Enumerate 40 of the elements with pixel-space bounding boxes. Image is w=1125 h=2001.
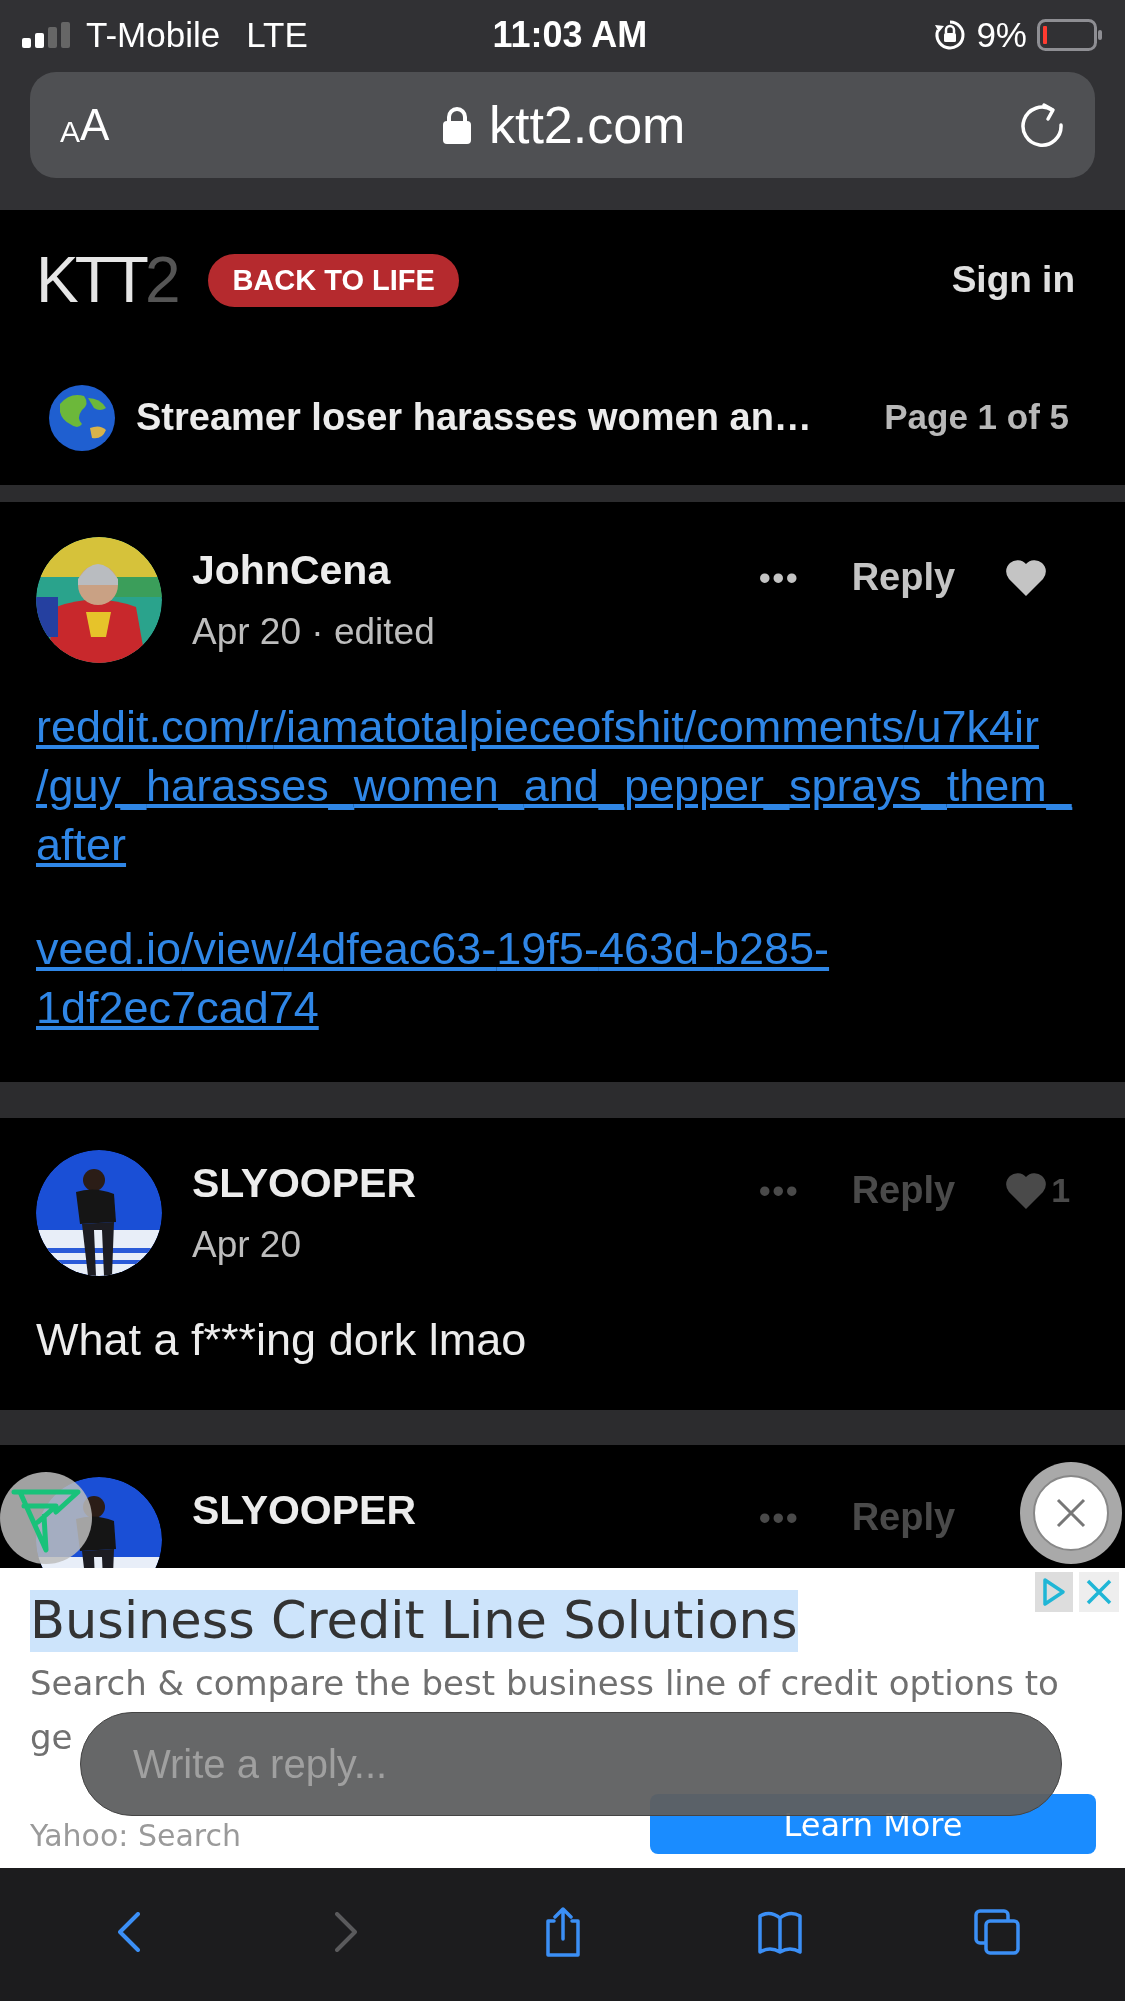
post-date: Apr 20 · edited: [192, 611, 435, 653]
share-icon: [545, 1906, 580, 1957]
site-logo[interactable]: KTT2: [36, 248, 181, 312]
sign-in-link[interactable]: Sign in: [951, 252, 1075, 308]
back-icon: [117, 1911, 140, 1952]
like-count: 1: [1051, 1170, 1071, 1211]
url-text[interactable]: ktt2.com: [488, 86, 686, 164]
ad-description: ge: [30, 1716, 73, 1759]
tabs-icon: [973, 1908, 1020, 1955]
ad-description: Search & compare the best business line of credit options to: [30, 1662, 1059, 1705]
post-link[interactable]: veed.io/view/4dfeac63-19f5-463d-b285-1df2ec7cad74: [36, 919, 1089, 1037]
username[interactable]: JohnCena: [192, 547, 435, 593]
post-text: What a f***ing dork lmao: [36, 1313, 528, 1367]
clock-text: 11:03 AM: [491, 13, 649, 57]
more-button[interactable]: •••: [759, 552, 800, 603]
forward-icon: [334, 1911, 357, 1952]
ad-source: Yahoo: Search: [30, 1817, 241, 1855]
ad-title[interactable]: Business Credit Line Solutions: [30, 1590, 798, 1652]
carrier-text: T-Mobile: [86, 13, 221, 56]
post-date: Apr 20: [192, 1224, 302, 1266]
thread-title[interactable]: Streamer loser harasses women an…: [136, 389, 812, 446]
battery-icon: [1037, 19, 1103, 51]
text-size-button[interactable]: AA: [60, 103, 110, 147]
bookmarks-icon: [757, 1909, 802, 1954]
heart-icon[interactable]: [1005, 558, 1048, 597]
reply-button[interactable]: Reply: [851, 549, 956, 606]
post-link[interactable]: reddit.com/r/iamatotalpieceofshit/comments/u7k4ir/guy_harasses_women_and_pepper_sprays_them_after: [36, 697, 1089, 874]
reply-field[interactable]: Write a reply...: [80, 1712, 1062, 1816]
back-to-life-badge[interactable]: BACK TO LIFE: [208, 253, 459, 307]
username[interactable]: SLYOOPER: [192, 1487, 417, 1533]
lock-icon: [442, 106, 471, 144]
reload-button[interactable]: [1019, 102, 1065, 148]
username[interactable]: SLYOOPER: [192, 1160, 417, 1206]
globe-icon: [48, 383, 116, 452]
battery-percent: 9%: [976, 13, 1027, 56]
network-text: LTE: [246, 13, 308, 56]
app-logo-icon[interactable]: [0, 1472, 92, 1564]
signal-icon: [22, 22, 72, 48]
rotation-lock-icon: [934, 19, 967, 51]
page-indicator: Page 1 of 5: [884, 396, 1069, 439]
